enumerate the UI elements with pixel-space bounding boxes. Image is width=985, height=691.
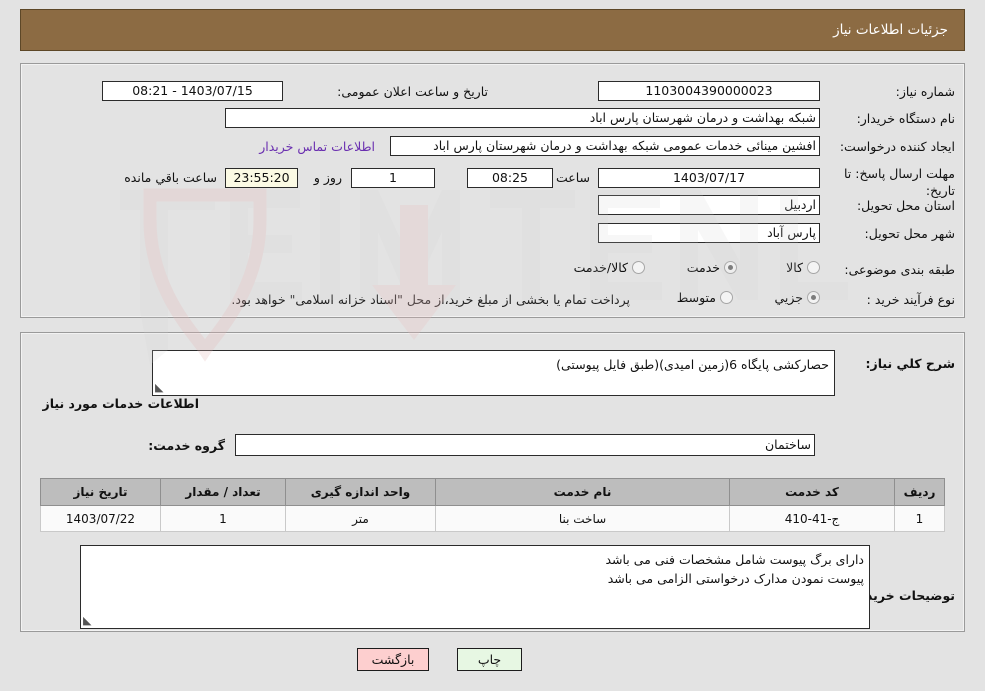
deadline-time-label: ساعت bbox=[555, 170, 590, 185]
purchase-type-radio-motevaset[interactable]: متوسط bbox=[677, 290, 733, 305]
table-col-quantity: تعداد / مقدار bbox=[160, 478, 286, 506]
need-info-panel bbox=[20, 63, 965, 318]
purchase-type-radio-jozei[interactable]: جزیي bbox=[774, 290, 820, 305]
purchase-type-note: پرداخت تمام یا بخشی از مبلغ خرید،از محل … bbox=[231, 292, 630, 307]
cell-quantity: 1 bbox=[160, 505, 286, 532]
requester-label: ایجاد کننده درخواست: bbox=[839, 139, 955, 154]
need-number-value: 1103004390000023 bbox=[598, 81, 820, 101]
table-header-row: ردیف کد خدمت نام خدمت واحد اندازه گیری ت… bbox=[40, 478, 945, 506]
category-radio-khedmat[interactable]: خدمت bbox=[687, 260, 737, 275]
page-root: جزئیات اطلاعات نیاز شماره نیاز: 11030043… bbox=[0, 0, 985, 691]
deadline-label: مهلت ارسال پاسخ: تا تاریخ: bbox=[844, 166, 955, 198]
window-header: جزئیات اطلاعات نیاز bbox=[20, 9, 965, 51]
print-button[interactable]: چاپ bbox=[457, 648, 522, 671]
deadline-countdown-suffix: ساعت باقي مانده bbox=[124, 170, 217, 185]
buyer-notes-line-0: دارای برگ پیوست شامل مشخصات فنی می باشد bbox=[605, 552, 864, 567]
category-radio-kala[interactable]: کالا bbox=[786, 260, 820, 275]
city-value: پارس آباد bbox=[598, 223, 820, 243]
page-title: جزئیات اطلاعات نیاز bbox=[833, 22, 948, 38]
announce-datetime-value: 1403/07/15 - 08:21 bbox=[102, 81, 283, 101]
need-number-label: شماره نیاز: bbox=[895, 84, 955, 99]
general-description-label: شرح کلي نیاز: bbox=[865, 356, 955, 371]
table-col-unit: واحد اندازه گیری bbox=[285, 478, 436, 506]
general-description-textarea[interactable]: حصارکشی پایگاه 6(زمین امیدی)(طبق فایل پی… bbox=[152, 350, 835, 396]
buyer-org-label: نام دستگاه خریدار: bbox=[856, 111, 955, 126]
cell-radif: 1 bbox=[894, 505, 945, 532]
deadline-days-value: 1 bbox=[351, 168, 435, 188]
services-table: ردیف کد خدمت نام خدمت واحد اندازه گیری ت… bbox=[40, 478, 945, 532]
radio-circle-icon bbox=[720, 291, 733, 304]
back-button[interactable]: بازگشت bbox=[357, 648, 429, 671]
province-label: استان محل تحویل: bbox=[856, 198, 955, 213]
deadline-date-value: 1403/07/17 bbox=[598, 168, 820, 188]
cell-name: ساخت بنا bbox=[435, 505, 730, 532]
resize-grip-icon[interactable]: ◢ bbox=[155, 381, 167, 394]
province-value: اردبیل bbox=[598, 195, 820, 215]
radio-circle-icon bbox=[807, 261, 820, 274]
purchase-type-option-label-0: جزیي bbox=[774, 290, 803, 305]
buyer-org-value: شبکه بهداشت و درمان شهرستان پارس اباد bbox=[225, 108, 820, 128]
buyer-notes-textarea[interactable]: دارای برگ پیوست شامل مشخصات فنی می باشد … bbox=[80, 545, 870, 629]
category-option-label-1: خدمت bbox=[686, 260, 720, 275]
buyer-notes-line-1: پیوست نمودن مدارک درخواستی الزامی می باش… bbox=[607, 570, 864, 586]
requester-value: افشین مینائی خدمات عمومی شبکه بهداشت و د… bbox=[390, 136, 820, 156]
service-group-label: گروه خدمت: bbox=[148, 438, 225, 453]
general-description-value: حصارکشی پایگاه 6(زمین امیدی)(طبق فایل پی… bbox=[556, 357, 829, 372]
service-group-value: ساختمان bbox=[235, 434, 815, 456]
radio-circle-selected-icon bbox=[724, 261, 737, 274]
category-option-label-2: کالا/خدمت bbox=[573, 260, 628, 275]
cell-code: ج-41-410 bbox=[729, 505, 895, 532]
purchase-type-option-label-1: متوسط bbox=[676, 290, 716, 305]
announce-datetime-label: تاریخ و ساعت اعلان عمومی: bbox=[337, 84, 488, 99]
table-row: 1 ج-41-410 ساخت بنا متر 1 1403/07/22 bbox=[40, 505, 945, 532]
services-section-title: اطلاعات خدمات مورد نیاز bbox=[42, 396, 200, 411]
city-label: شهر محل تحویل: bbox=[864, 226, 955, 241]
deadline-days-suffix: روز و bbox=[313, 170, 342, 185]
category-option-label-0: کالا bbox=[786, 260, 803, 275]
category-label: طبقه بندی موضوعی: bbox=[844, 262, 955, 277]
deadline-time-value: 08:25 bbox=[467, 168, 553, 188]
cell-unit: متر bbox=[285, 505, 436, 532]
resize-grip-icon[interactable]: ◢ bbox=[83, 614, 95, 627]
table-col-need-date: تاریخ نیاز bbox=[40, 478, 161, 506]
radio-circle-selected-icon bbox=[807, 291, 820, 304]
cell-need-date: 1403/07/22 bbox=[40, 505, 161, 532]
table-col-name: نام خدمت bbox=[435, 478, 730, 506]
buyer-contact-link[interactable]: اطلاعات تماس خریدار bbox=[259, 139, 375, 154]
category-radio-kala-khedmat[interactable]: کالا/خدمت bbox=[574, 260, 645, 275]
deadline-countdown-value: 23:55:20 bbox=[225, 168, 298, 188]
table-col-code: کد خدمت bbox=[729, 478, 895, 506]
radio-circle-icon bbox=[632, 261, 645, 274]
table-col-radif: ردیف bbox=[894, 478, 945, 506]
purchase-type-label: نوع فرآیند خرید : bbox=[866, 292, 955, 307]
